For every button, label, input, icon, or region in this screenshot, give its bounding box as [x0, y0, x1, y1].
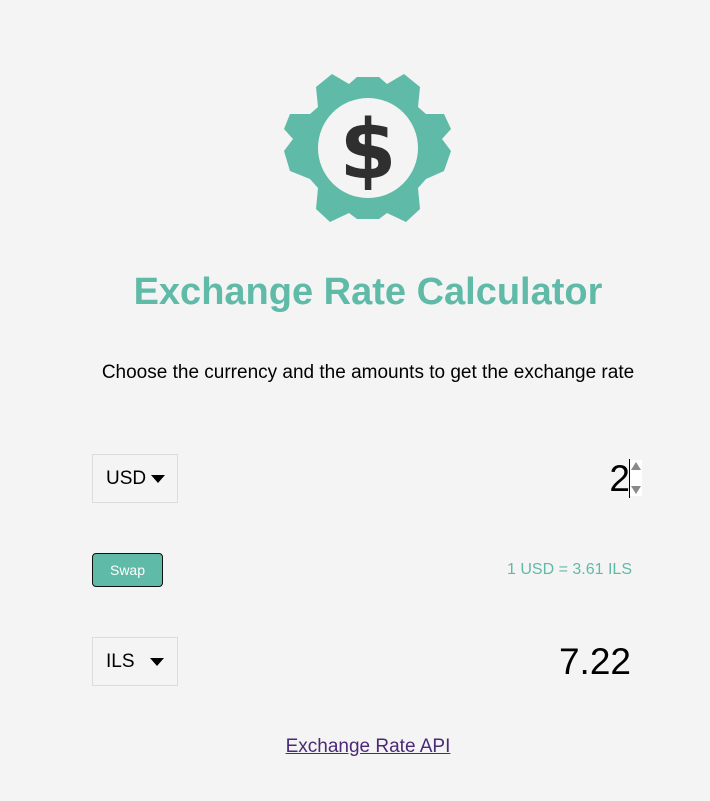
page-title: Exchange Rate Calculator: [133, 271, 603, 313]
stepper-down-icon[interactable]: [631, 486, 641, 494]
from-currency-select[interactable]: USD: [92, 454, 178, 503]
exchange-rate-page: $ Exchange Rate Calculator Choose the cu…: [0, 0, 710, 801]
chevron-down-icon: [151, 475, 165, 483]
to-currency-value: ILS: [106, 650, 135, 672]
chevron-down-icon: [150, 658, 164, 666]
svg-text:$: $: [339, 103, 396, 198]
from-currency-value: USD: [106, 467, 147, 489]
stepper-up-icon[interactable]: [631, 462, 641, 470]
swap-button[interactable]: Swap: [92, 553, 163, 587]
to-currency-select[interactable]: ILS: [92, 637, 178, 686]
page-subtitle: Choose the currency and the amounts to g…: [101, 362, 635, 383]
from-amount-input[interactable]: 2: [442, 456, 642, 502]
exchange-rate-text: 1 USD = 3.61 ILS: [507, 561, 632, 578]
amount-stepper[interactable]: [630, 460, 642, 496]
dollar-gear-icon: $: [284, 74, 451, 222]
to-amount-value: 7.22: [558, 641, 631, 682]
exchange-rate-api-link[interactable]: Exchange Rate API: [0, 735, 710, 759]
